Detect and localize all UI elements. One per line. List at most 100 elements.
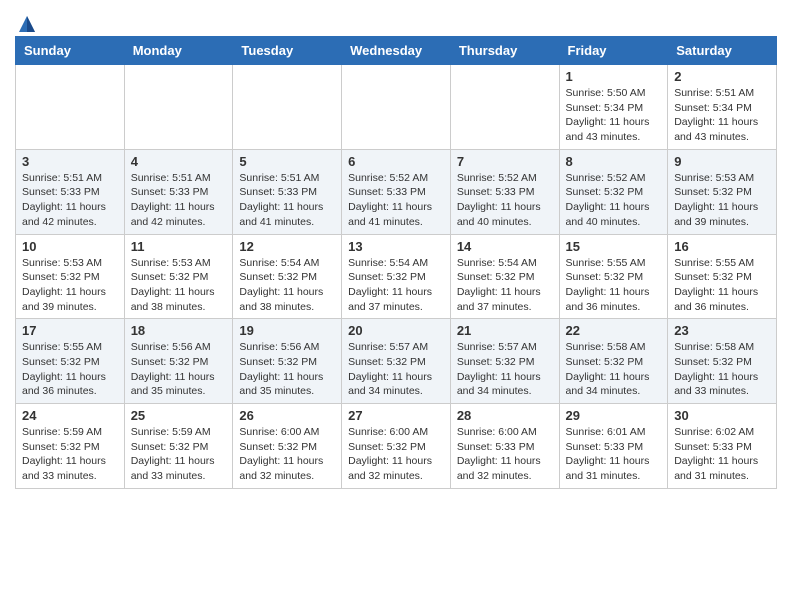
- day-number: 29: [566, 408, 662, 423]
- day-info: Sunrise: 5:51 AMSunset: 5:33 PMDaylight:…: [239, 171, 335, 230]
- day-info: Sunrise: 5:53 AMSunset: 5:32 PMDaylight:…: [131, 256, 227, 315]
- calendar-cell: 5 Sunrise: 5:51 AMSunset: 5:33 PMDaylight…: [233, 149, 342, 234]
- logo-icon: [17, 14, 37, 34]
- day-number: 16: [674, 239, 770, 254]
- day-cell-content: 10 Sunrise: 5:53 AMSunset: 5:32 PMDayligh…: [22, 239, 118, 315]
- week-row-5: 24Sunrise: 5:59 AMSunset: 5:32 PMDayligh…: [16, 404, 777, 489]
- day-cell-content: 2Sunrise: 5:51 AMSunset: 5:34 PMDaylight…: [674, 69, 770, 145]
- header: [15, 10, 777, 30]
- week-row-4: 17 Sunrise: 5:55 AMSunset: 5:32 PMDayligh…: [16, 319, 777, 404]
- empty-cell-content: [22, 69, 118, 144]
- calendar-cell: 27 Sunrise: 6:00 AMSunset: 5:32 PMDayligh…: [342, 404, 451, 489]
- header-day-tuesday: Tuesday: [233, 37, 342, 65]
- day-cell-content: 30 Sunrise: 6:02 AMSunset: 5:33 PMDayligh…: [674, 408, 770, 484]
- day-info: Sunrise: 5:59 AMSunset: 5:32 PMDaylight:…: [131, 425, 227, 484]
- day-number: 3: [22, 154, 118, 169]
- week-row-3: 10 Sunrise: 5:53 AMSunset: 5:32 PMDayligh…: [16, 234, 777, 319]
- day-number: 5: [239, 154, 335, 169]
- day-info: Sunrise: 5:55 AMSunset: 5:32 PMDaylight:…: [566, 256, 662, 315]
- logo-area: [15, 10, 37, 30]
- day-number: 14: [457, 239, 553, 254]
- day-info: Sunrise: 5:53 AMSunset: 5:32 PMDaylight:…: [674, 171, 770, 230]
- calendar-cell: 16 Sunrise: 5:55 AMSunset: 5:32 PMDayligh…: [668, 234, 777, 319]
- day-number: 20: [348, 323, 444, 338]
- day-number: 15: [566, 239, 662, 254]
- calendar-cell: 2Sunrise: 5:51 AMSunset: 5:34 PMDaylight…: [668, 65, 777, 150]
- day-number: 18: [131, 323, 227, 338]
- calendar-cell: 20Sunrise: 5:57 AMSunset: 5:32 PMDayligh…: [342, 319, 451, 404]
- day-info: Sunrise: 6:00 AMSunset: 5:32 PMDaylight:…: [348, 425, 444, 484]
- day-cell-content: 23Sunrise: 5:58 AMSunset: 5:32 PMDayligh…: [674, 323, 770, 399]
- calendar-cell: 29 Sunrise: 6:01 AMSunset: 5:33 PMDayligh…: [559, 404, 668, 489]
- calendar-cell: 13 Sunrise: 5:54 AMSunset: 5:32 PMDayligh…: [342, 234, 451, 319]
- calendar-cell: 19 Sunrise: 5:56 AMSunset: 5:32 PMDayligh…: [233, 319, 342, 404]
- calendar-cell: 15 Sunrise: 5:55 AMSunset: 5:32 PMDayligh…: [559, 234, 668, 319]
- day-info: Sunrise: 5:54 AMSunset: 5:32 PMDaylight:…: [348, 256, 444, 315]
- day-cell-content: 3 Sunrise: 5:51 AMSunset: 5:33 PMDaylight…: [22, 154, 118, 230]
- day-cell-content: 12Sunrise: 5:54 AMSunset: 5:32 PMDayligh…: [239, 239, 335, 315]
- calendar-cell: 3 Sunrise: 5:51 AMSunset: 5:33 PMDaylight…: [16, 149, 125, 234]
- week-row-1: 1Sunrise: 5:50 AMSunset: 5:34 PMDaylight…: [16, 65, 777, 150]
- calendar-cell: [16, 65, 125, 150]
- day-info: Sunrise: 5:53 AMSunset: 5:32 PMDaylight:…: [22, 256, 118, 315]
- day-number: 19: [239, 323, 335, 338]
- day-cell-content: 4Sunrise: 5:51 AMSunset: 5:33 PMDaylight…: [131, 154, 227, 230]
- calendar-cell: [124, 65, 233, 150]
- day-info: Sunrise: 5:56 AMSunset: 5:32 PMDaylight:…: [131, 340, 227, 399]
- day-cell-content: 11Sunrise: 5:53 AMSunset: 5:32 PMDayligh…: [131, 239, 227, 315]
- day-info: Sunrise: 5:55 AMSunset: 5:32 PMDaylight:…: [674, 256, 770, 315]
- day-info: Sunrise: 6:02 AMSunset: 5:33 PMDaylight:…: [674, 425, 770, 484]
- empty-cell-content: [131, 69, 227, 144]
- header-day-sunday: Sunday: [16, 37, 125, 65]
- day-number: 26: [239, 408, 335, 423]
- day-cell-content: 26 Sunrise: 6:00 AMSunset: 5:32 PMDayligh…: [239, 408, 335, 484]
- day-info: Sunrise: 6:01 AMSunset: 5:33 PMDaylight:…: [566, 425, 662, 484]
- day-info: Sunrise: 5:52 AMSunset: 5:33 PMDaylight:…: [348, 171, 444, 230]
- day-info: Sunrise: 5:51 AMSunset: 5:33 PMDaylight:…: [22, 171, 118, 230]
- day-info: Sunrise: 5:58 AMSunset: 5:32 PMDaylight:…: [566, 340, 662, 399]
- day-number: 6: [348, 154, 444, 169]
- calendar-cell: 17 Sunrise: 5:55 AMSunset: 5:32 PMDayligh…: [16, 319, 125, 404]
- day-number: 1: [566, 69, 662, 84]
- logo: [15, 14, 37, 34]
- day-info: Sunrise: 5:55 AMSunset: 5:32 PMDaylight:…: [22, 340, 118, 399]
- day-info: Sunrise: 5:54 AMSunset: 5:32 PMDaylight:…: [457, 256, 553, 315]
- day-info: Sunrise: 5:59 AMSunset: 5:32 PMDaylight:…: [22, 425, 118, 484]
- day-number: 28: [457, 408, 553, 423]
- calendar-cell: 23Sunrise: 5:58 AMSunset: 5:32 PMDayligh…: [668, 319, 777, 404]
- day-number: 10: [22, 239, 118, 254]
- calendar-cell: 8Sunrise: 5:52 AMSunset: 5:32 PMDaylight…: [559, 149, 668, 234]
- calendar-cell: 1Sunrise: 5:50 AMSunset: 5:34 PMDaylight…: [559, 65, 668, 150]
- day-number: 30: [674, 408, 770, 423]
- header-day-saturday: Saturday: [668, 37, 777, 65]
- day-cell-content: 14 Sunrise: 5:54 AMSunset: 5:32 PMDayligh…: [457, 239, 553, 315]
- calendar-cell: 21Sunrise: 5:57 AMSunset: 5:32 PMDayligh…: [450, 319, 559, 404]
- header-day-monday: Monday: [124, 37, 233, 65]
- day-cell-content: 16 Sunrise: 5:55 AMSunset: 5:32 PMDayligh…: [674, 239, 770, 315]
- day-number: 8: [566, 154, 662, 169]
- day-number: 7: [457, 154, 553, 169]
- day-number: 4: [131, 154, 227, 169]
- calendar-cell: 25Sunrise: 5:59 AMSunset: 5:32 PMDayligh…: [124, 404, 233, 489]
- day-cell-content: 25Sunrise: 5:59 AMSunset: 5:32 PMDayligh…: [131, 408, 227, 484]
- calendar-cell: [233, 65, 342, 150]
- day-info: Sunrise: 5:56 AMSunset: 5:32 PMDaylight:…: [239, 340, 335, 399]
- day-number: 12: [239, 239, 335, 254]
- day-cell-content: 15 Sunrise: 5:55 AMSunset: 5:32 PMDayligh…: [566, 239, 662, 315]
- calendar-cell: 24Sunrise: 5:59 AMSunset: 5:32 PMDayligh…: [16, 404, 125, 489]
- empty-cell-content: [348, 69, 444, 144]
- day-info: Sunrise: 6:00 AMSunset: 5:32 PMDaylight:…: [239, 425, 335, 484]
- calendar-cell: 30 Sunrise: 6:02 AMSunset: 5:33 PMDayligh…: [668, 404, 777, 489]
- calendar-cell: 26 Sunrise: 6:00 AMSunset: 5:32 PMDayligh…: [233, 404, 342, 489]
- calendar-cell: [342, 65, 451, 150]
- day-cell-content: 22Sunrise: 5:58 AMSunset: 5:32 PMDayligh…: [566, 323, 662, 399]
- day-number: 17: [22, 323, 118, 338]
- day-number: 13: [348, 239, 444, 254]
- calendar-cell: 12Sunrise: 5:54 AMSunset: 5:32 PMDayligh…: [233, 234, 342, 319]
- day-number: 27: [348, 408, 444, 423]
- calendar-cell: 18 Sunrise: 5:56 AMSunset: 5:32 PMDayligh…: [124, 319, 233, 404]
- day-cell-content: 20Sunrise: 5:57 AMSunset: 5:32 PMDayligh…: [348, 323, 444, 399]
- day-cell-content: 17 Sunrise: 5:55 AMSunset: 5:32 PMDayligh…: [22, 323, 118, 399]
- day-cell-content: 8Sunrise: 5:52 AMSunset: 5:32 PMDaylight…: [566, 154, 662, 230]
- day-cell-content: 1Sunrise: 5:50 AMSunset: 5:34 PMDaylight…: [566, 69, 662, 145]
